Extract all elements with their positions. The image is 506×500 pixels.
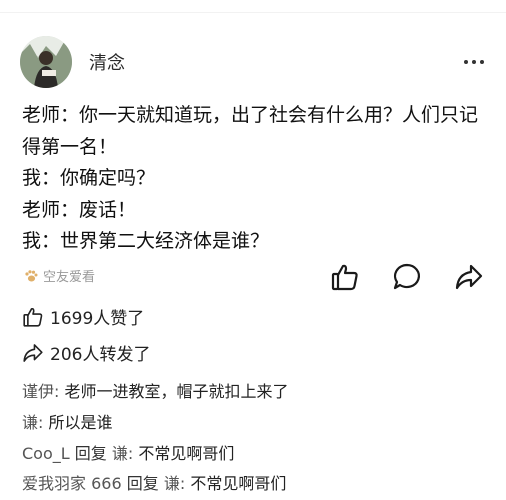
- comment-text: 不常见啊哥们: [185, 474, 287, 493]
- post-line: 我：你确定吗？: [22, 167, 156, 189]
- more-options-icon[interactable]: [464, 52, 484, 72]
- thumbs-up-icon: [331, 264, 358, 291]
- post-header: 清念: [20, 36, 490, 88]
- share-button[interactable]: [452, 260, 486, 294]
- thumbs-up-icon: [23, 307, 43, 327]
- comment-button[interactable]: [390, 260, 424, 294]
- post-actions: [328, 260, 486, 294]
- author-name[interactable]: 清念: [89, 49, 125, 75]
- top-divider: [0, 12, 506, 13]
- repost-count-label: 206人转发了: [50, 345, 151, 365]
- friends-like-tag[interactable]: 空友爱看: [24, 266, 95, 285]
- tag-label: 空友爱看: [43, 270, 96, 285]
- comment-item[interactable]: Coo_L 回复 谦: 不常见啊哥们: [22, 440, 234, 464]
- post-body: 老师：你一天就知道玩，出了社会有什么用？人们只记得第一名！ 我：你确定吗？ 老师…: [22, 100, 492, 258]
- share-arrow-icon: [455, 264, 483, 290]
- comment-item[interactable]: 爱我羽家 666 回复 谦: 不常见啊哥们: [22, 470, 286, 494]
- comment-text: 所以是谁: [43, 413, 113, 432]
- avatar[interactable]: [20, 36, 72, 88]
- comment-text: 不常见啊哥们: [133, 444, 235, 463]
- reply-label: 回复: [121, 474, 164, 493]
- reply-label: 回复: [69, 444, 112, 463]
- comment-author[interactable]: 谦:: [22, 413, 43, 432]
- post-line: 老师：你一天就知道玩，出了社会有什么用？人们只记得第一名！: [22, 104, 479, 158]
- paw-icon: [25, 269, 38, 281]
- comment-author[interactable]: 谨伊:: [22, 382, 59, 401]
- reply-target[interactable]: 谦:: [164, 474, 185, 493]
- comment-text: 老师一进教室，帽子就扣上来了: [59, 382, 289, 401]
- post-line: 我：世界第二大经济体是谁？: [22, 230, 270, 252]
- post-line: 老师：废话！: [22, 198, 137, 221]
- share-arrow-icon: [23, 343, 43, 362]
- comment-item[interactable]: 谦: 所以是谁: [22, 409, 113, 433]
- like-count[interactable]: 1699人赞了: [22, 304, 144, 329]
- comment-item[interactable]: 谨伊: 老师一进教室，帽子就扣上来了: [22, 378, 289, 402]
- comment-bubble-icon: [393, 263, 420, 290]
- comment-author[interactable]: Coo_L: [22, 444, 70, 463]
- reply-target[interactable]: 谦:: [112, 444, 133, 463]
- repost-count[interactable]: 206人转发了: [22, 340, 150, 365]
- comment-author[interactable]: 爱我羽家 666: [22, 474, 122, 493]
- like-count-label: 1699人赞了: [50, 309, 145, 329]
- like-button[interactable]: [328, 260, 362, 294]
